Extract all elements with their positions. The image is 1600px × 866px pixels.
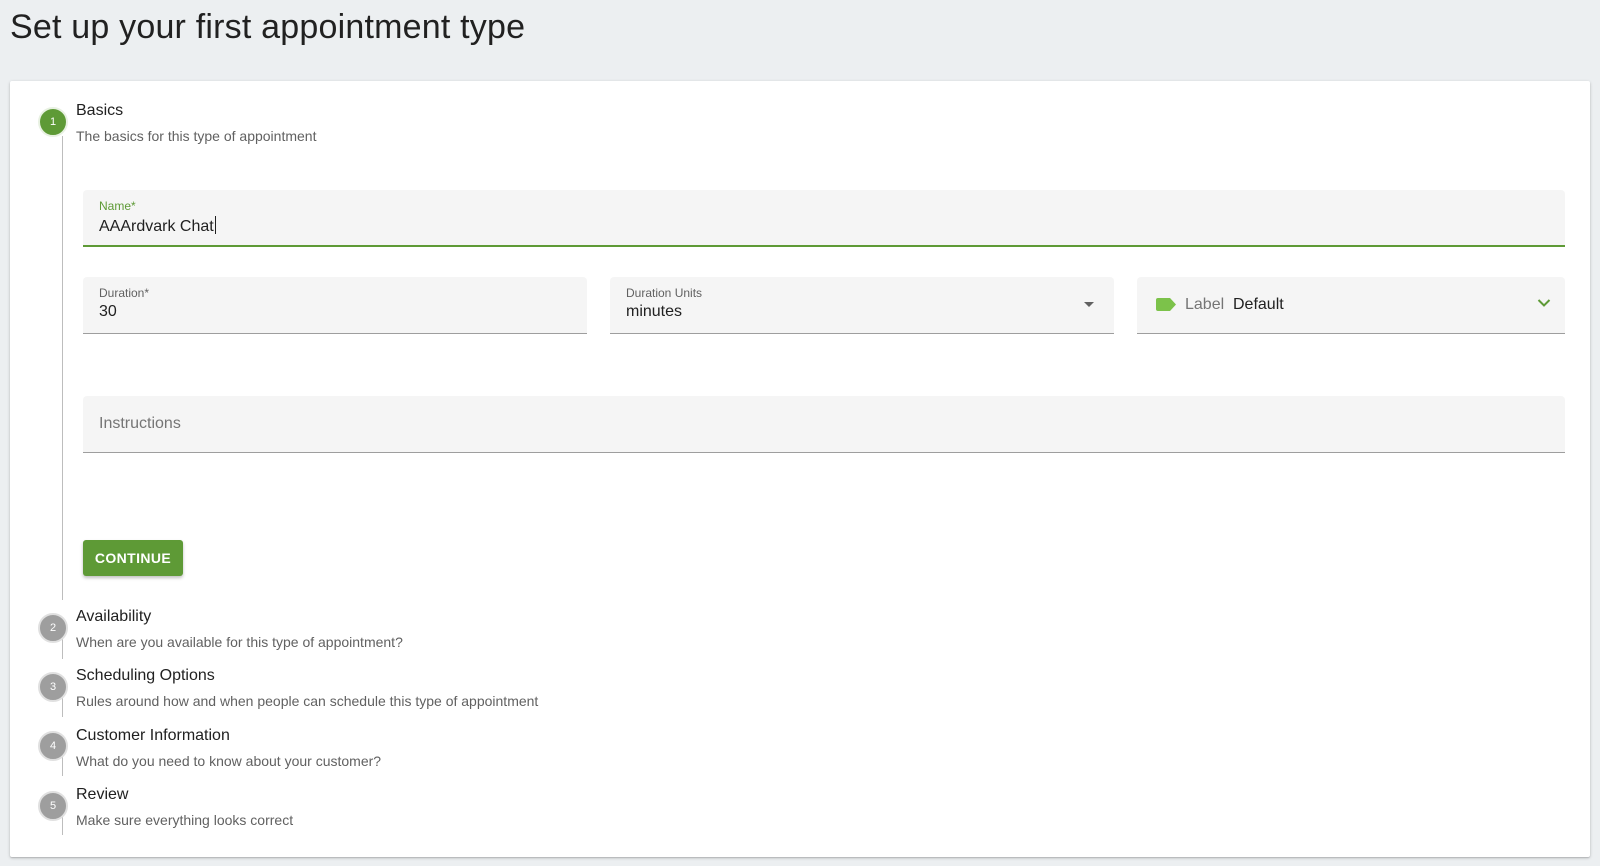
step-5-title[interactable]: Review (76, 786, 128, 804)
page-title: Set up your first appointment type (10, 8, 526, 46)
step-2-indicator[interactable]: 2 (38, 613, 68, 643)
step-2-title[interactable]: Availability (76, 608, 151, 626)
step-3-indicator[interactable]: 3 (38, 672, 68, 702)
instructions-field[interactable]: Instructions (83, 396, 1565, 453)
label-select[interactable]: Label Default (1137, 277, 1565, 334)
duration-field[interactable]: Duration* 30 (83, 277, 587, 334)
name-input[interactable]: AAArdvark Chat (99, 216, 216, 236)
instructions-placeholder: Instructions (99, 415, 181, 432)
step-2-description: When are you available for this type of … (76, 634, 403, 650)
duration-input[interactable]: 30 (99, 303, 117, 321)
step-4-title[interactable]: Customer Information (76, 727, 230, 745)
step-4-indicator[interactable]: 4 (38, 731, 68, 761)
step-3-description: Rules around how and when people can sch… (76, 693, 539, 709)
continue-button[interactable]: CONTINUE (83, 540, 183, 576)
step-5-indicator[interactable]: 5 (38, 791, 68, 821)
step-1-description: The basics for this type of appointment (76, 128, 317, 144)
duration-units-value: minutes (626, 303, 683, 320)
name-field-label: Name* (99, 199, 136, 213)
label-tag-icon (1156, 298, 1176, 311)
step-3-title[interactable]: Scheduling Options (76, 667, 215, 685)
duration-units-select[interactable]: Duration Units minutes (610, 277, 1114, 334)
chevron-down-icon[interactable] (1537, 298, 1551, 308)
duration-field-label: Duration* (99, 286, 150, 300)
step-connector (62, 136, 63, 600)
step-5-description: Make sure everything looks correct (76, 812, 294, 828)
label-select-value: Default (1233, 296, 1284, 313)
arrow-drop-down-icon[interactable] (1084, 302, 1094, 307)
duration-units-label: Duration Units (626, 286, 703, 300)
name-field[interactable]: Name* AAArdvark Chat (83, 190, 1565, 247)
step-4-description: What do you need to know about your cust… (76, 753, 382, 769)
text-caret (214, 216, 216, 234)
label-select-label: Label (1185, 296, 1225, 313)
step-1-title[interactable]: Basics (76, 102, 123, 120)
step-1-indicator[interactable]: 1 (38, 107, 68, 137)
